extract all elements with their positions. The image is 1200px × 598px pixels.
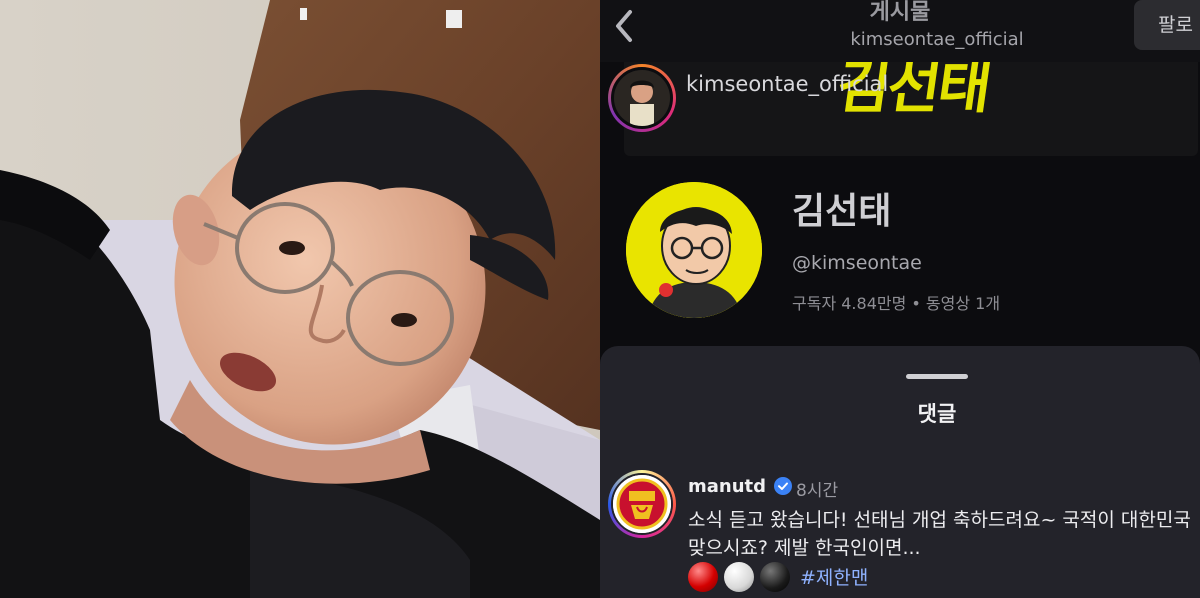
author-avatar[interactable]: [608, 64, 676, 132]
commenter-avatar[interactable]: [608, 470, 676, 538]
post-author-row: 김선태 kimseontae_official: [600, 62, 1200, 162]
hashtag-link[interactable]: #제한맨: [800, 563, 868, 590]
channel-card: 김선태 @kimseontae 구독자 4.84만명 • 동영상 1개: [624, 172, 1200, 352]
comment-text: 소식 듣고 왔습니다! 선태님 개업 축하드려요~ 국적이 대한민국 맞으시죠?…: [688, 509, 1191, 559]
post-header: 게시물 kimseontae_official 팔로: [600, 0, 1200, 62]
comments-title: 댓글: [917, 402, 957, 426]
channel-handle: @kimseontae: [792, 252, 922, 274]
commenter-username[interactable]: manutd: [688, 476, 766, 497]
verified-badge-icon: [774, 477, 792, 495]
sheet-drag-handle[interactable]: [906, 374, 968, 379]
white-circle-icon: [724, 562, 754, 592]
comments-sheet: 댓글 manutd 8시간 소식 듣고 왔습니다! 선태님 개업 축하드려요~ …: [600, 346, 1200, 598]
red-circle-icon: [688, 562, 718, 592]
follow-button[interactable]: 팔로: [1134, 0, 1200, 50]
channel-stats: 구독자 4.84만명 • 동영상 1개: [792, 294, 1001, 313]
comment-timestamp: 8시간: [796, 481, 839, 501]
cartoon-avatar-image: [626, 182, 762, 318]
person-photo: [0, 0, 600, 598]
instagram-post-screen: 게시물 kimseontae_official 팔로 김선태 kimseonta…: [600, 0, 1200, 598]
channel-name: 김선태: [792, 191, 892, 232]
video-frame: [0, 0, 600, 598]
page-title: 게시물: [869, 0, 931, 25]
author-avatar-image: [614, 70, 670, 126]
comment-item: manutd 8시간 소식 듣고 왔습니다! 선태님 개업 축하드려요~ 국적이…: [600, 468, 1200, 598]
manutd-crest-icon: [613, 475, 671, 533]
channel-avatar: [626, 182, 762, 318]
page-subtitle: kimseontae_official: [850, 29, 1024, 50]
black-circle-icon: [760, 562, 790, 592]
author-username[interactable]: kimseontae_official: [686, 72, 888, 96]
